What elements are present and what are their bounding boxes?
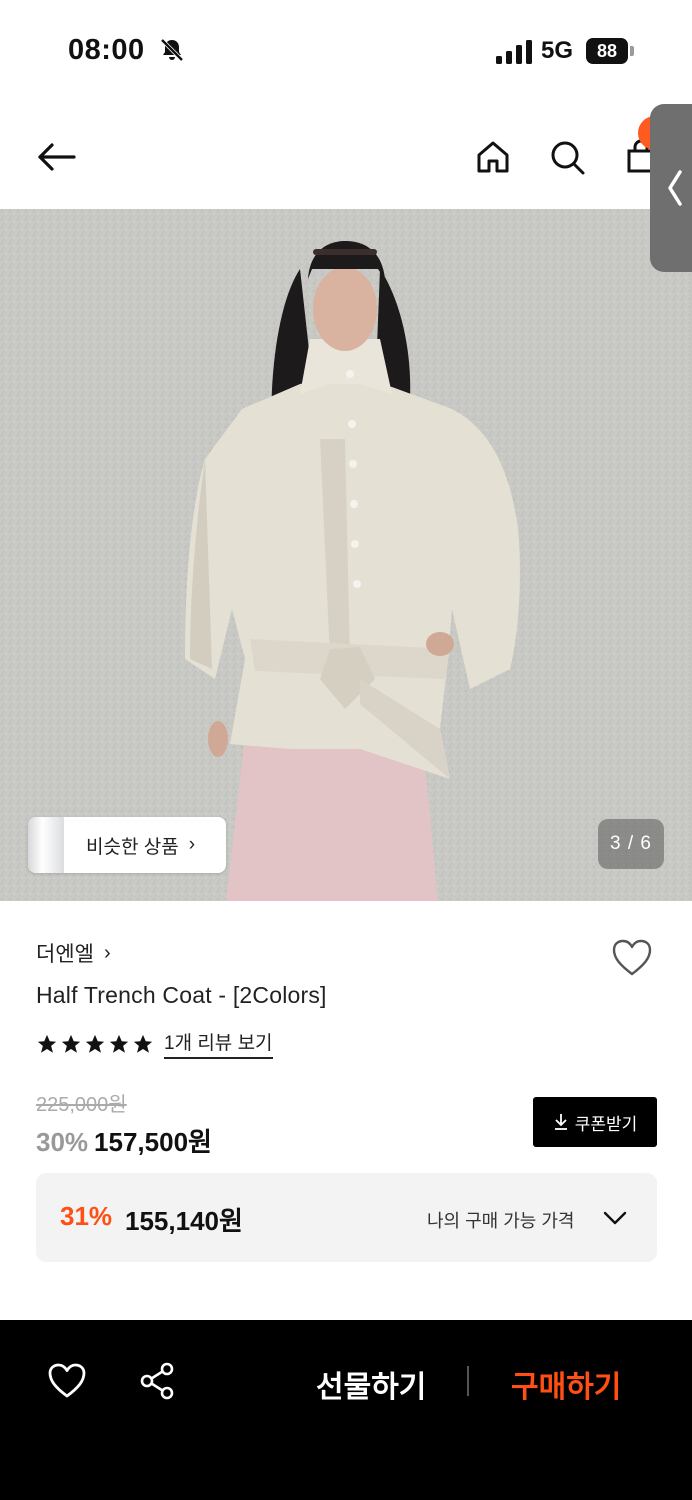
bell-off-icon <box>160 38 184 62</box>
chevron-right-icon: › <box>188 834 196 855</box>
chevron-down-icon <box>603 1211 627 1225</box>
search-button[interactable] <box>543 133 591 181</box>
gift-button[interactable]: 선물하기 <box>316 1362 426 1406</box>
bottom-divider <box>467 1366 469 1396</box>
download-icon <box>554 1114 567 1130</box>
chevron-right-icon: › <box>103 941 111 964</box>
my-discount-rate: 31% <box>60 1201 113 1231</box>
back-button[interactable] <box>32 133 80 181</box>
similar-product-thumbnail <box>28 817 64 873</box>
back-arrow-icon <box>38 143 76 171</box>
product-name: Half Trench Coat - [2Colors] <box>36 982 327 1008</box>
network-label: 5G <box>541 37 574 64</box>
coupon-label: 쿠폰받기 <box>574 1114 638 1134</box>
sale-price: 157,500원 <box>94 1127 212 1157</box>
original-price: 225,000원 <box>36 1094 127 1116</box>
star-icon <box>61 1034 81 1053</box>
search-icon <box>551 141 585 175</box>
status-bar: 08:00 5G 88 <box>0 0 692 100</box>
top-navigation <box>0 100 692 210</box>
wishlist-heart-icon[interactable] <box>610 936 654 980</box>
my-price-dropdown[interactable]: 31% 155,140원 나의 구매 가능 가격 <box>36 1173 657 1262</box>
star-icon <box>109 1034 129 1053</box>
star-icon <box>37 1034 57 1053</box>
battery-level: 88 <box>586 38 628 64</box>
image-page-indicator: 3 / 6 <box>598 819 664 869</box>
similar-products-button[interactable]: 비슷한 상품 › <box>28 817 226 873</box>
my-price: 155,140원 <box>125 1206 243 1236</box>
rating-row: 1개 리뷰 보기 <box>36 1028 273 1059</box>
star-icon <box>85 1034 105 1053</box>
similar-products-label: 비슷한 상품 <box>86 836 179 858</box>
side-panel-chevron-icon <box>668 170 682 206</box>
product-image-gallery[interactable]: 비슷한 상품 › 3 / 6 <box>0 209 692 901</box>
side-panel-handle[interactable] <box>650 104 692 272</box>
brand-name: 더엔엘 <box>36 943 94 966</box>
share-icon[interactable] <box>137 1360 179 1402</box>
home-button[interactable] <box>469 133 517 181</box>
star-icon <box>133 1034 153 1053</box>
price-row: 30% 157,500원 <box>36 1122 212 1159</box>
status-time: 08:00 <box>68 34 145 66</box>
home-icon <box>477 141 509 173</box>
coupon-button[interactable]: 쿠폰받기 <box>533 1097 657 1147</box>
battery-icon: 88 <box>586 38 634 64</box>
discount-rate: 30% <box>36 1127 89 1157</box>
signal-icon <box>496 40 532 64</box>
buy-button[interactable]: 구매하기 <box>511 1362 621 1406</box>
like-heart-icon[interactable] <box>46 1360 88 1402</box>
my-price-label: 나의 구매 가능 가격 <box>427 1211 575 1231</box>
review-link[interactable]: 1개 리뷰 보기 <box>164 1028 273 1059</box>
brand-link[interactable]: 더엔엘 › <box>36 938 111 968</box>
bottom-action-bar: 선물하기 구매하기 <box>0 1320 692 1500</box>
rating-stars <box>36 1033 154 1055</box>
product-photo <box>0 209 692 901</box>
